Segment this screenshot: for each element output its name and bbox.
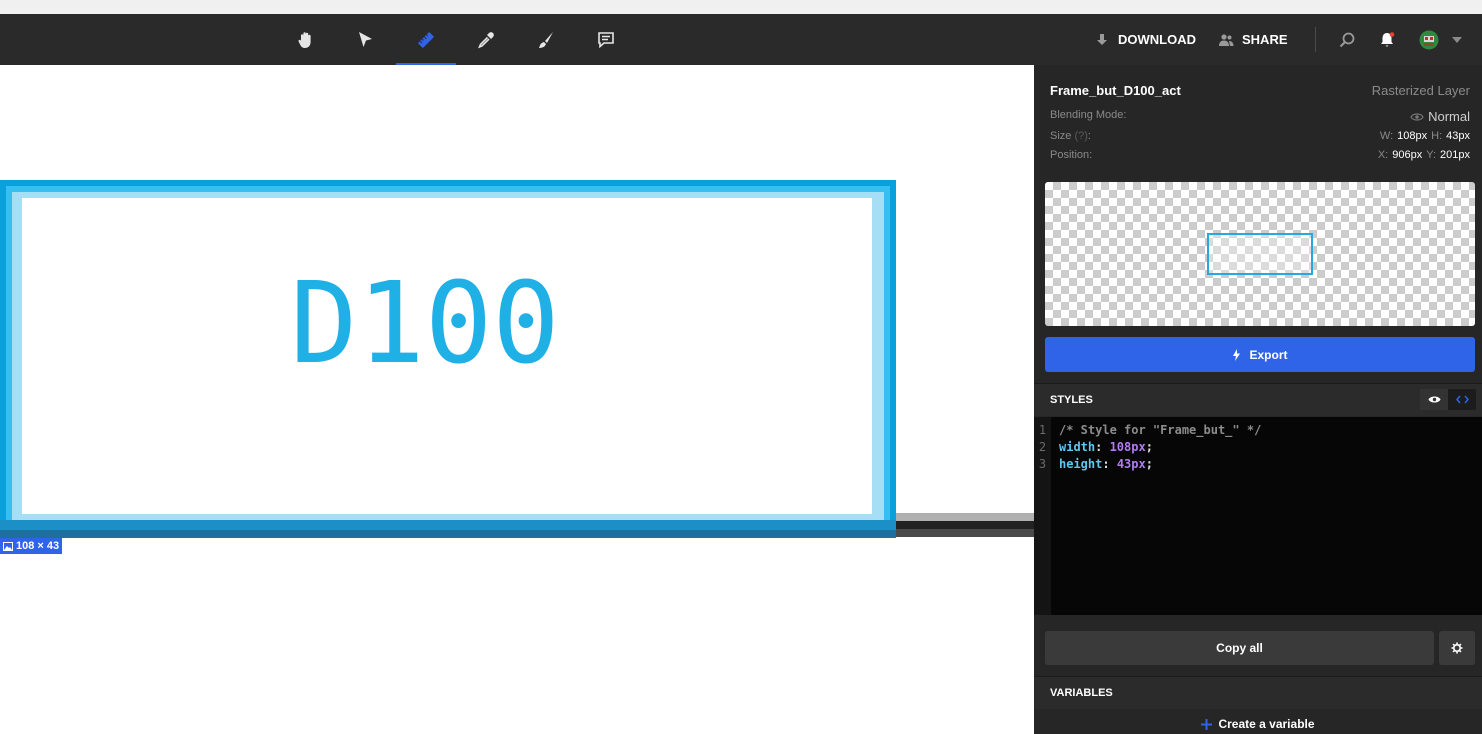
- styles-view-toggle: [1420, 389, 1476, 410]
- layer-type: Rasterized Layer: [1371, 83, 1470, 98]
- code-line: 1 /* Style for "Frame_but_" */: [1034, 423, 1261, 440]
- user-avatar[interactable]: [1418, 14, 1440, 65]
- size-colon: :: [1087, 130, 1091, 142]
- css-property: height: [1059, 457, 1103, 471]
- x-value: 906px: [1392, 149, 1423, 161]
- blending-mode-value[interactable]: Normal: [1410, 109, 1470, 124]
- code-line: 3 height: 43px;: [1034, 457, 1153, 474]
- hand-icon: [298, 31, 311, 48]
- export-button[interactable]: Export: [1045, 337, 1475, 372]
- line-number: 2: [1038, 440, 1047, 454]
- create-variable-button[interactable]: Create a variable: [1034, 717, 1482, 731]
- ruler-tool[interactable]: [396, 14, 456, 65]
- select-arrow-icon: [359, 31, 372, 47]
- dimension-badge: 108 × 43: [0, 538, 63, 554]
- width-value: 108px: [1397, 130, 1428, 142]
- preview-mode-button[interactable]: [1420, 389, 1448, 410]
- code-line: 2 width: 108px;: [1034, 440, 1153, 457]
- eyedropper-icon: [478, 31, 494, 48]
- bell-icon: [1381, 31, 1395, 47]
- code-brackets-icon: [1455, 395, 1469, 404]
- search-icon: [1339, 32, 1355, 47]
- copy-all-button[interactable]: Copy all: [1045, 631, 1434, 665]
- design-canvas[interactable]: D100 108 × 43: [0, 65, 1034, 734]
- x-key: X:: [1377, 149, 1389, 161]
- selected-layer-frame[interactable]: D100: [0, 180, 896, 538]
- select-tool[interactable]: [335, 14, 395, 65]
- download-label: DOWNLOAD: [1118, 32, 1196, 47]
- styles-title: STYLES: [1050, 394, 1093, 406]
- ruler-icon: [418, 31, 434, 48]
- share-button[interactable]: SHARE: [1218, 14, 1288, 65]
- eyedropper-tool[interactable]: [456, 14, 516, 65]
- code-settings-button[interactable]: [1439, 631, 1475, 665]
- css-value: 43px: [1116, 457, 1146, 471]
- share-users-icon: [1219, 33, 1234, 46]
- search-button[interactable]: [1336, 14, 1358, 65]
- layer-name: Frame_but_D100_act: [1050, 83, 1181, 98]
- width-key: W:: [1379, 130, 1394, 142]
- layer-preview-thumbnail: [1207, 233, 1313, 275]
- hand-tool[interactable]: [276, 14, 336, 65]
- brush-icon: [539, 31, 553, 48]
- export-label: Export: [1249, 347, 1288, 362]
- frame-label-text: D100: [290, 259, 560, 389]
- size-help-link[interactable]: (?): [1074, 130, 1087, 142]
- eye-icon: [1410, 112, 1424, 121]
- download-icon: [1097, 33, 1107, 45]
- size-label-text: Size: [1050, 130, 1072, 142]
- blending-value: Normal: [1428, 109, 1470, 124]
- size-label: Size (?):: [1050, 130, 1091, 142]
- layer-preview: [1045, 182, 1475, 326]
- position-value: X: 906px Y: 201px: [1378, 149, 1470, 161]
- gear-icon: [1451, 642, 1463, 654]
- avatar-icon: [1419, 30, 1439, 49]
- top-toolbar: DOWNLOAD SHARE: [0, 14, 1482, 65]
- css-value: 108px: [1109, 440, 1146, 454]
- chevron-down-icon: [1452, 36, 1462, 43]
- height-value: 43px: [1446, 130, 1470, 142]
- comment-icon: [598, 31, 614, 48]
- toolbar-divider: [1315, 27, 1316, 52]
- brush-tool[interactable]: [516, 14, 576, 65]
- size-value: W: 108px H: 43px: [1380, 130, 1470, 142]
- line-number: 3: [1038, 457, 1047, 471]
- code-mode-button[interactable]: [1448, 389, 1476, 410]
- code-comment: /* Style for "Frame_but_" */: [1059, 423, 1262, 437]
- css-code-block[interactable]: 1 /* Style for "Frame_but_" */ 2 width: …: [1034, 417, 1482, 615]
- styles-header: STYLES: [1034, 383, 1482, 416]
- dimension-label: 108 × 43: [16, 540, 60, 552]
- blending-mode-label: Blending Mode:: [1050, 109, 1127, 121]
- eye-icon: [1428, 396, 1440, 403]
- position-label: Position:: [1050, 149, 1093, 161]
- notifications-button[interactable]: [1376, 14, 1398, 65]
- plus-icon: [1201, 718, 1213, 730]
- browser-top-strip: [0, 0, 1482, 14]
- share-label: SHARE: [1242, 32, 1288, 47]
- image-icon: [3, 541, 13, 551]
- variables-title: VARIABLES: [1050, 687, 1113, 699]
- line-number: 1: [1038, 423, 1047, 437]
- lightning-icon: [1233, 348, 1241, 361]
- variables-header: VARIABLES: [1034, 676, 1482, 709]
- y-key: Y:: [1426, 149, 1437, 161]
- account-menu-toggle[interactable]: [1450, 14, 1464, 65]
- y-value: 201px: [1440, 149, 1470, 161]
- comment-tool[interactable]: [576, 14, 636, 65]
- create-variable-label: Create a variable: [1218, 717, 1315, 731]
- height-key: H:: [1431, 130, 1443, 142]
- inspector-panel: Frame_but_D100_act Rasterized Layer Blen…: [1034, 65, 1482, 734]
- download-button[interactable]: DOWNLOAD: [1094, 14, 1196, 65]
- css-property: width: [1059, 440, 1096, 454]
